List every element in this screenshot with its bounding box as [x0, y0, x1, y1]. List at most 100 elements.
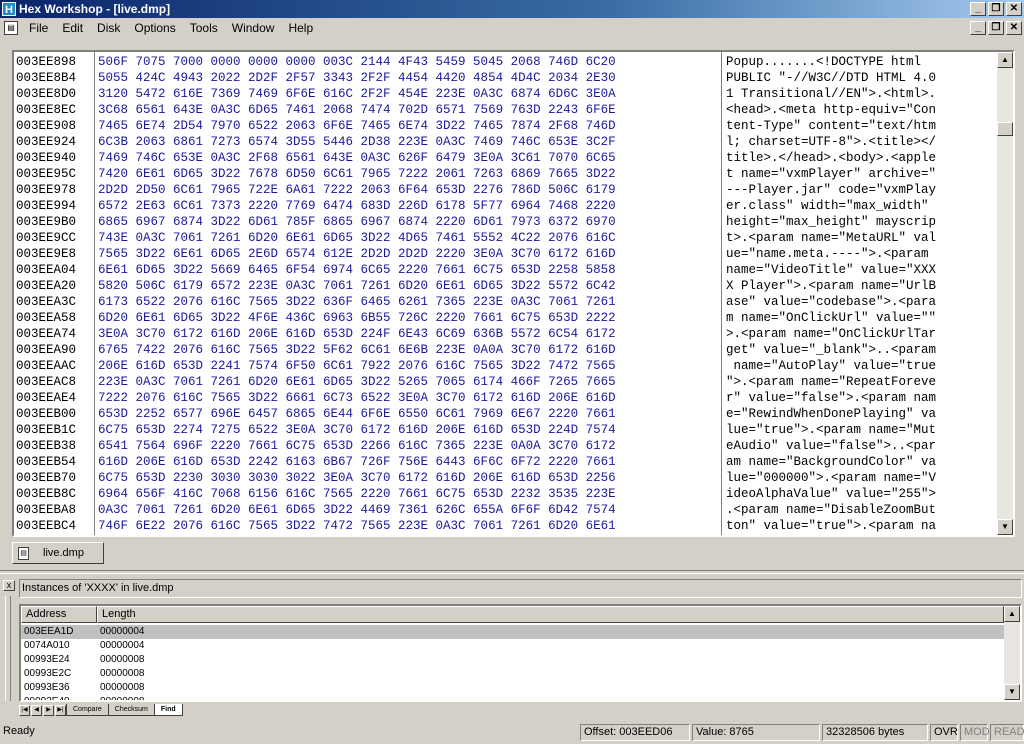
result-row[interactable]: 0074A010 00000004: [21, 639, 1004, 653]
menu-edit[interactable]: Edit: [55, 21, 90, 35]
row-address[interactable]: 003EE9B0: [16, 214, 94, 230]
row-address[interactable]: 003EE9CC: [16, 230, 94, 246]
row-address[interactable]: 003EE924: [16, 134, 94, 150]
row-address[interactable]: 003EE8EC: [16, 102, 94, 118]
row-hex-bytes[interactable]: 7222 2076 616C 7565 3D22 6661 6C73 6522 …: [98, 390, 718, 406]
tab-find[interactable]: Find: [153, 704, 183, 716]
column-address[interactable]: Address: [21, 606, 97, 623]
row-ascii-text[interactable]: r" value="false">.<param nam: [726, 390, 996, 406]
row-address[interactable]: 003EE940: [16, 150, 94, 166]
row-ascii-text[interactable]: t name="vxmPlayer" archive=": [726, 166, 996, 182]
result-row[interactable]: 00993E24 00000008: [21, 653, 1004, 667]
row-hex-bytes[interactable]: 6572 2E63 6C61 7373 2220 7769 6474 683D …: [98, 198, 718, 214]
row-ascii-text[interactable]: ton" value="true">.<param na: [726, 518, 996, 534]
row-ascii-text[interactable]: tent-Type" content="text/htm: [726, 118, 996, 134]
minimize-button[interactable]: _: [970, 2, 986, 16]
row-ascii-text[interactable]: lue="true">.<param name="Mut: [726, 422, 996, 438]
row-ascii-text[interactable]: name="VideoTitle" value="XXX: [726, 262, 996, 278]
panel-splitter[interactable]: [0, 570, 1024, 574]
row-ascii-text[interactable]: ">.<param name="RepeatForeve: [726, 374, 996, 390]
scroll-down-arrow-icon[interactable]: ▼: [1004, 684, 1020, 700]
row-address[interactable]: 003EE8D0: [16, 86, 94, 102]
row-ascii-text[interactable]: X Player">.<param name="UrlB: [726, 278, 996, 294]
row-ascii-text[interactable]: name="AutoPlay" value="true: [726, 358, 996, 374]
row-ascii-text[interactable]: ideoAlphaValue" value="255">: [726, 486, 996, 502]
row-hex-bytes[interactable]: 5055 424C 4943 2022 2D2F 2F57 3343 2F2F …: [98, 70, 718, 86]
row-address[interactable]: 003EE9E8: [16, 246, 94, 262]
row-hex-bytes[interactable]: 743E 0A3C 7061 7261 6D20 6E61 6D65 3D22 …: [98, 230, 718, 246]
row-hex-bytes[interactable]: 223E 0A3C 7061 7261 6D20 6E61 6D65 3D22 …: [98, 374, 718, 390]
row-address[interactable]: 003EEBA8: [16, 502, 94, 518]
row-address[interactable]: 003EEB38: [16, 438, 94, 454]
result-row[interactable]: 003EEA1D 00000004: [21, 625, 1004, 639]
row-hex-bytes[interactable]: 6C75 653D 2230 3030 3030 3022 3E0A 3C70 …: [98, 470, 718, 486]
row-address[interactable]: 003EE898: [16, 54, 94, 70]
row-ascii-text[interactable]: <head>.<meta http-equiv="Con: [726, 102, 996, 118]
row-ascii-text[interactable]: PUBLIC "-//W3C//DTD HTML 4.0: [726, 70, 996, 86]
row-address[interactable]: 003EEA90: [16, 342, 94, 358]
results-vertical-scrollbar[interactable]: ▲ ▼: [1004, 606, 1020, 700]
doc-close-button[interactable]: ✕: [1006, 21, 1022, 35]
row-ascii-text[interactable]: l; charset=UTF-8">.<title></: [726, 134, 996, 150]
row-ascii-text[interactable]: am name="BackgroundColor" va: [726, 454, 996, 470]
row-address[interactable]: 003EEAE4: [16, 390, 94, 406]
doc-minimize-button[interactable]: _: [970, 21, 986, 35]
row-address[interactable]: 003EE978: [16, 182, 94, 198]
row-address[interactable]: 003EEAAC: [16, 358, 94, 374]
row-hex-bytes[interactable]: 2D2D 2D50 6C61 7965 722E 6A61 7222 2063 …: [98, 182, 718, 198]
row-hex-bytes[interactable]: 3C68 6561 643E 0A3C 6D65 7461 2068 7474 …: [98, 102, 718, 118]
scroll-up-arrow-icon[interactable]: ▲: [1004, 606, 1020, 622]
row-address[interactable]: 003EE908: [16, 118, 94, 134]
prev-tab-arrow-icon[interactable]: ◀: [31, 704, 42, 716]
row-hex-bytes[interactable]: 6C75 653D 2274 7275 6522 3E0A 3C70 6172 …: [98, 422, 718, 438]
row-ascii-text[interactable]: height="max_height" mayscrip: [726, 214, 996, 230]
row-address[interactable]: 003EEBC4: [16, 518, 94, 534]
row-ascii-text[interactable]: t>.<param name="MetaURL" val: [726, 230, 996, 246]
maximize-button[interactable]: ❐: [988, 2, 1004, 16]
menu-help[interactable]: Help: [281, 21, 320, 35]
hex-vertical-scrollbar[interactable]: ▲ ▼: [997, 52, 1013, 535]
row-address[interactable]: 003EEA04: [16, 262, 94, 278]
row-address[interactable]: 003EE8B4: [16, 70, 94, 86]
row-address[interactable]: 003EE95C: [16, 166, 94, 182]
close-icon[interactable]: x: [3, 580, 15, 591]
result-row[interactable]: 00993E2C 00000008: [21, 667, 1004, 681]
next-tab-arrow-icon[interactable]: ▶: [43, 704, 54, 716]
row-hex-bytes[interactable]: 7465 6E74 2D54 7970 6522 2063 6F6E 7465 …: [98, 118, 718, 134]
row-ascii-text[interactable]: 1 Transitional//EN">.<html>.: [726, 86, 996, 102]
row-hex-bytes[interactable]: 6964 656F 416C 7068 6156 616C 7565 2220 …: [98, 486, 718, 502]
row-address[interactable]: 003EEAC8: [16, 374, 94, 390]
row-hex-bytes[interactable]: 7469 746C 653E 0A3C 2F68 6561 643E 0A3C …: [98, 150, 718, 166]
row-hex-bytes[interactable]: 616D 206E 616D 653D 2242 6163 6B67 726F …: [98, 454, 718, 470]
menu-options[interactable]: Options: [127, 21, 182, 35]
row-hex-bytes[interactable]: 6765 7422 2076 616C 7565 3D22 5F62 6C61 …: [98, 342, 718, 358]
row-ascii-text[interactable]: eAudio" value="false">..<par: [726, 438, 996, 454]
row-address[interactable]: 003EEA74: [16, 326, 94, 342]
row-address[interactable]: 003EEB54: [16, 454, 94, 470]
row-address[interactable]: 003EEB00: [16, 406, 94, 422]
row-hex-bytes[interactable]: 5820 506C 6179 6572 223E 0A3C 7061 7261 …: [98, 278, 718, 294]
tab-checksum[interactable]: Checksum: [107, 704, 155, 716]
scroll-up-arrow-icon[interactable]: ▲: [997, 52, 1013, 68]
row-address[interactable]: 003EEA3C: [16, 294, 94, 310]
first-tab-arrow-icon[interactable]: |◀: [19, 704, 30, 716]
tab-compare[interactable]: Compare: [66, 704, 109, 716]
close-button[interactable]: ✕: [1006, 2, 1022, 16]
row-hex-bytes[interactable]: 7565 3D22 6E61 6D65 2E6D 6574 612E 2D2D …: [98, 246, 718, 262]
result-row[interactable]: 00993E40 00000008: [21, 695, 1004, 700]
document-menu-icon[interactable]: ▤: [4, 21, 18, 35]
row-hex-bytes[interactable]: 6D20 6E61 6D65 3D22 4F6E 436C 6963 6B55 …: [98, 310, 718, 326]
row-hex-bytes[interactable]: 0A3C 7061 7261 6D20 6E61 6D65 3D22 4469 …: [98, 502, 718, 518]
tab-live-dmp[interactable]: ▤ live.dmp: [12, 542, 104, 564]
row-address[interactable]: 003EEA20: [16, 278, 94, 294]
scroll-thumb[interactable]: [997, 122, 1013, 136]
row-hex-bytes[interactable]: 3120 5472 616E 7369 7469 6F6E 616C 2F2F …: [98, 86, 718, 102]
row-ascii-text[interactable]: lue="000000">.<param name="V: [726, 470, 996, 486]
scroll-down-arrow-icon[interactable]: ▼: [997, 519, 1013, 535]
row-ascii-text[interactable]: title>.</head>.<body>.<apple: [726, 150, 996, 166]
row-address[interactable]: 003EEB8C: [16, 486, 94, 502]
row-hex-bytes[interactable]: 746F 6E22 2076 616C 7565 3D22 7472 7565 …: [98, 518, 718, 534]
hex-view[interactable]: 003EE898 506F 7075 7000 0000 0000 0000 00…: [14, 52, 997, 535]
row-ascii-text[interactable]: Popup.......<!DOCTYPE html: [726, 54, 996, 70]
row-hex-bytes[interactable]: 6173 6522 2076 616C 7565 3D22 636F 6465 …: [98, 294, 718, 310]
